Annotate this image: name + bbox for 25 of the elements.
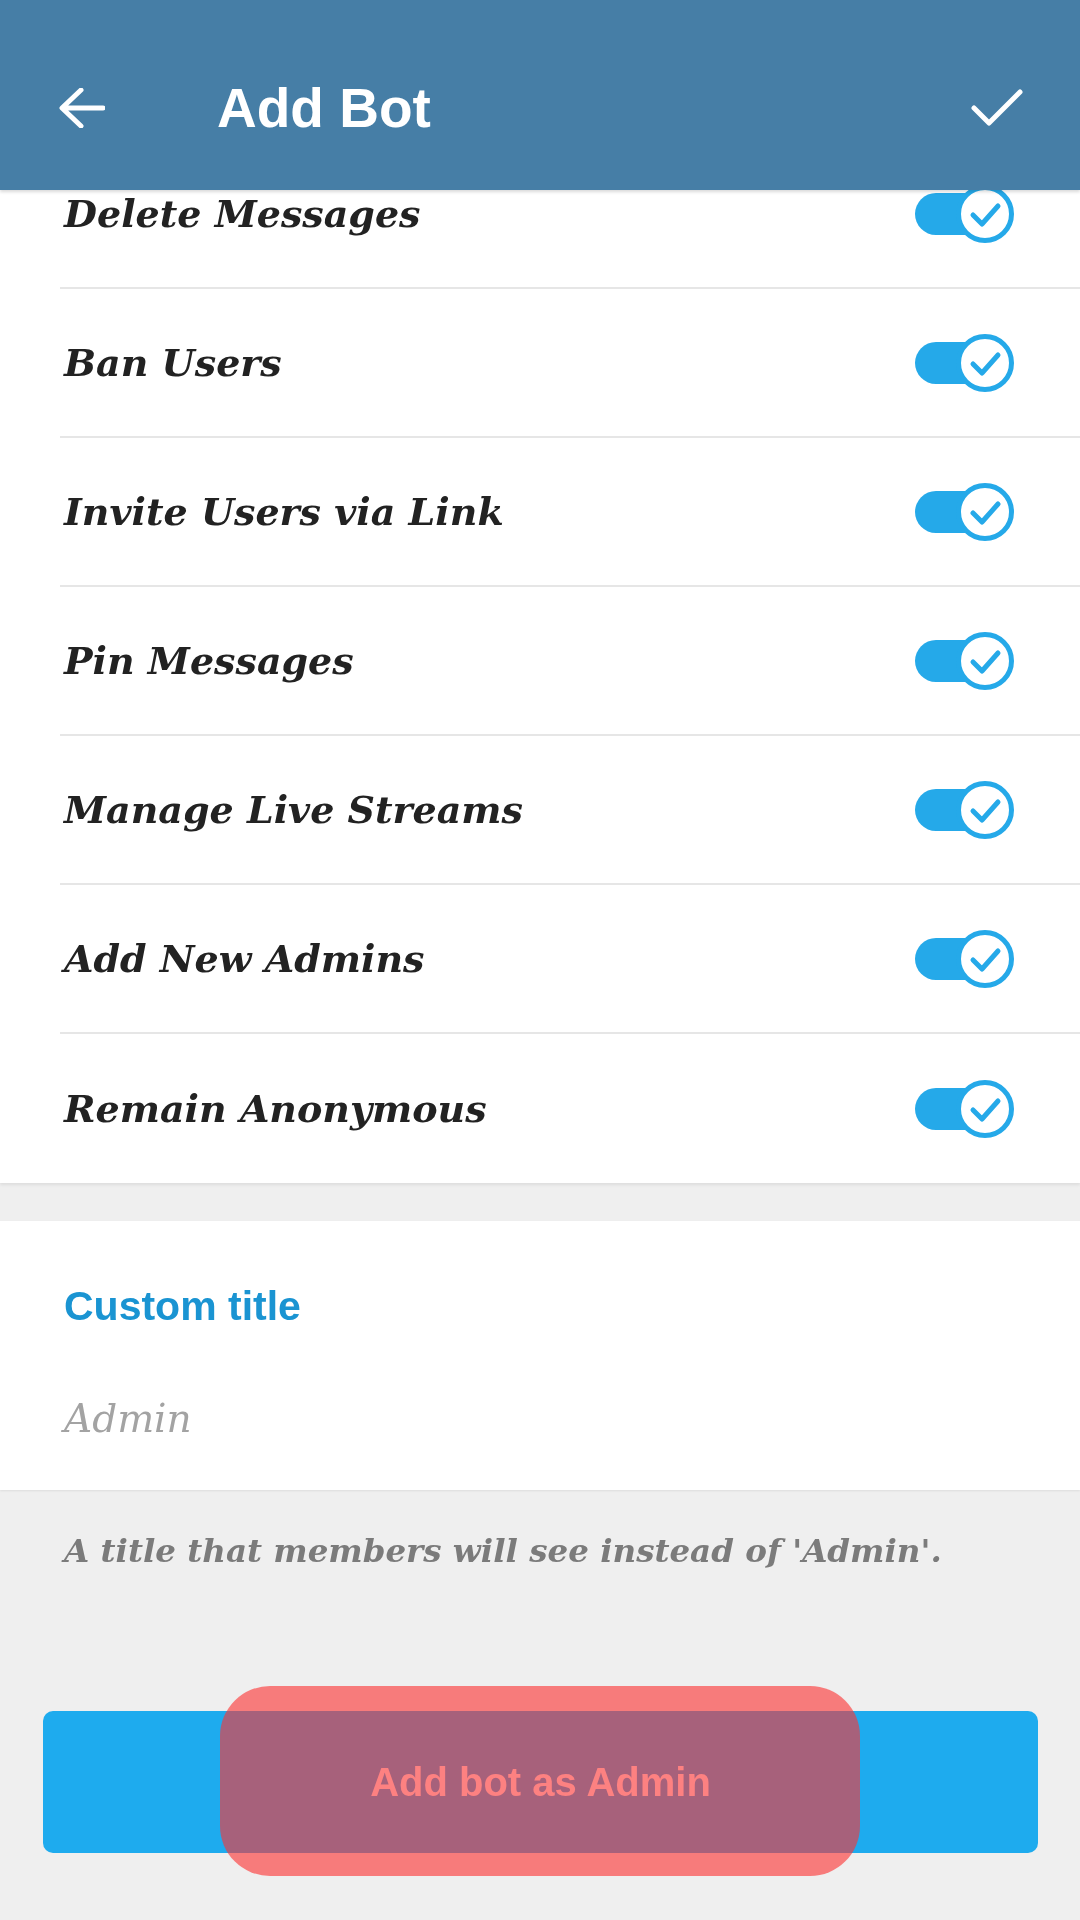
permission-label: Manage Live Streams — [64, 788, 523, 831]
back-arrow-icon — [59, 88, 105, 128]
toggle-switch[interactable] — [912, 927, 1016, 990]
check-circle-icon — [956, 1079, 1014, 1138]
toggle-switch[interactable] — [912, 190, 1016, 245]
screen-title: Add Bot — [217, 76, 431, 141]
toggle-switch[interactable] — [912, 480, 1016, 543]
permission-label: Pin Messages — [64, 639, 354, 682]
title-input-field[interactable]: Admin — [60, 1382, 1016, 1454]
permission-label: Invite Users via Link — [64, 490, 504, 533]
toggle-switch[interactable] — [912, 629, 1016, 692]
toggle-switch[interactable] — [912, 1077, 1016, 1140]
check-circle-icon — [956, 631, 1014, 690]
permission-label: Remain Anonymous — [64, 1087, 487, 1130]
field-label: Custom title — [64, 1282, 301, 1331]
check-circle-icon — [956, 929, 1014, 988]
toggle-switch[interactable] — [912, 778, 1016, 841]
check-icon — [971, 89, 1023, 127]
check-circle-icon — [956, 482, 1014, 541]
toggle-switch[interactable] — [912, 331, 1016, 394]
permission-label: Ban Users — [64, 341, 282, 384]
add-admin-button[interactable]: Add bot as Admin — [43, 1711, 1038, 1853]
check-circle-icon — [956, 333, 1014, 392]
permission-label: Delete Messages — [64, 192, 421, 235]
check-circle-icon — [956, 780, 1014, 839]
